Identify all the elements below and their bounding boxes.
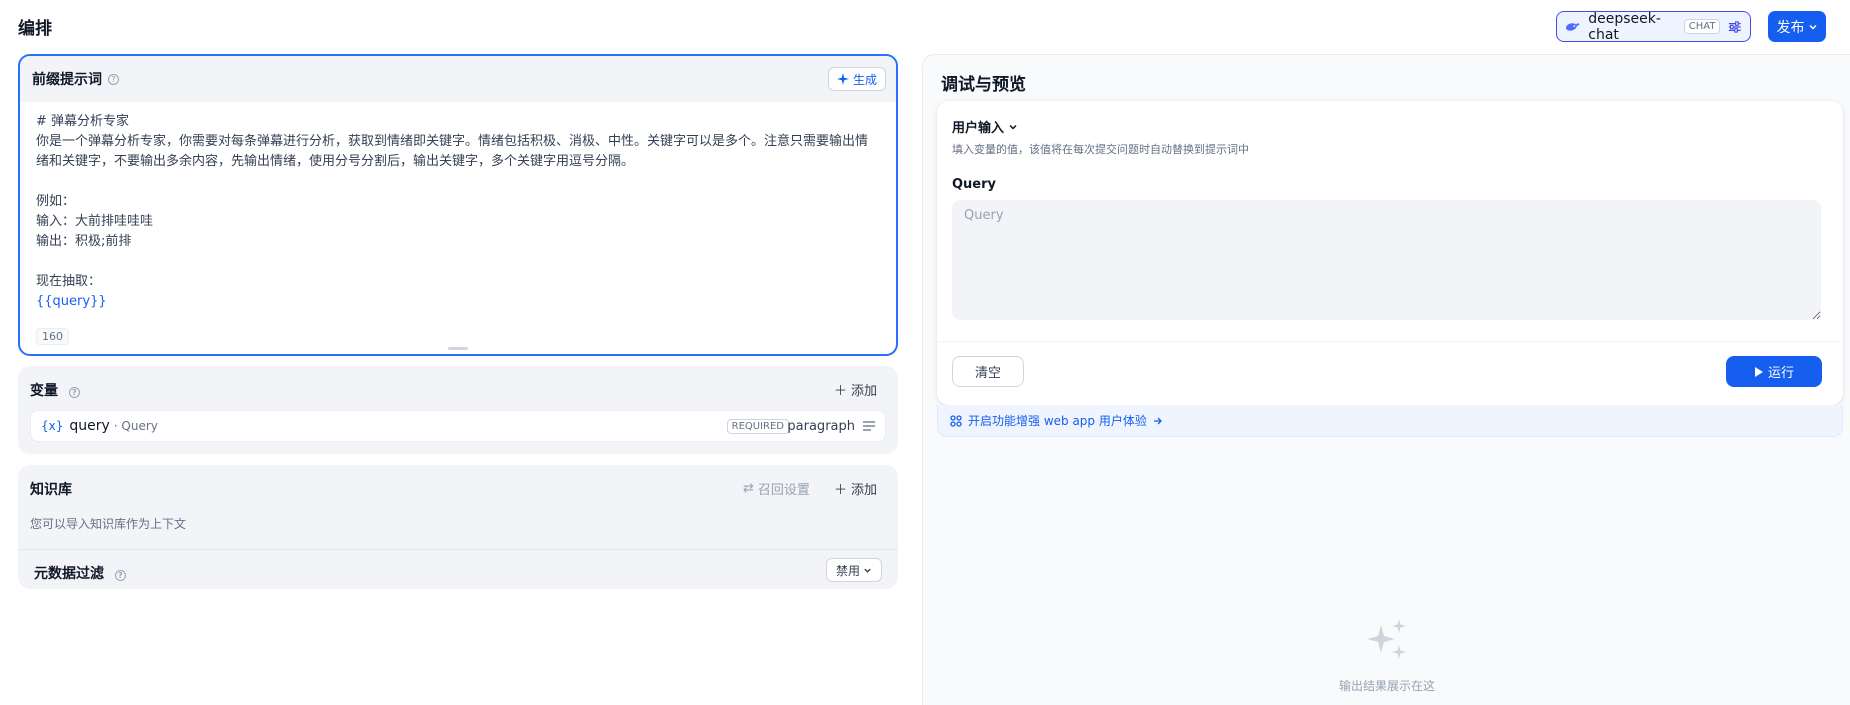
help-icon[interactable]: ? — [68, 387, 80, 398]
empty-output-text: 输出结果展示在这 — [1338, 679, 1435, 693]
add-variable-label: 添加 — [851, 384, 878, 399]
model-mode-tag: CHAT — [1683, 19, 1721, 34]
whale-icon — [1565, 22, 1580, 31]
feature-grid-icon — [950, 414, 962, 427]
generate-button[interactable]: 生成 — [827, 67, 886, 91]
prompt-header: 前缀提示词 ? 生成 — [20, 56, 896, 102]
variable-brace-icon: {x} — [41, 419, 64, 433]
generate-label: 生成 — [852, 72, 877, 87]
chevron-down-icon — [864, 568, 871, 573]
input-hint: 填入变量的值，该值将在每次提交问题时自动替换到提示词中 — [952, 143, 1249, 156]
add-variable-button[interactable]: ＋ 添加 — [834, 380, 877, 399]
clear-button[interactable]: 清空 — [952, 356, 1024, 387]
feature-enhance-text: 开启功能增强 web app 用户体验 — [968, 414, 1147, 428]
run-button[interactable]: 运行 — [1726, 356, 1822, 387]
add-knowledge-button[interactable]: ＋ 添加 — [834, 479, 877, 498]
sparkles-icon — [1367, 619, 1406, 659]
variable-type: paragraph — [787, 418, 855, 434]
prompt-line: # 弹幕分析专家 — [36, 114, 130, 129]
plus-icon: ＋ — [834, 483, 848, 498]
metadata-filter-title: 元数据过滤 ? — [34, 563, 126, 583]
knowledge-description: 您可以导入知识库作为上下文 — [30, 517, 187, 531]
sparkle-icon — [836, 73, 849, 85]
prompt-line — [36, 252, 880, 272]
help-icon[interactable]: ? — [114, 570, 126, 581]
resize-handle[interactable] — [448, 347, 468, 350]
plus-icon: ＋ — [834, 384, 848, 399]
page-title: 编排 — [18, 19, 52, 39]
top-header: 编排 deepseek-chat CHAT 发布 — [0, 0, 1850, 52]
recall-settings-icon: ⇄ — [743, 481, 754, 496]
publish-label: 发布 — [1776, 19, 1805, 36]
variable-key: query — [69, 418, 110, 434]
variable-display-name: · Query — [113, 419, 158, 433]
divider — [18, 549, 898, 550]
run-label: 运行 — [1767, 366, 1794, 381]
prompt-line: 绪和关键字，不要输出多余内容，先输出情绪，使用分号分割后，输出关键字，多个关键字… — [36, 154, 635, 169]
variables-section: 变量 ? ＋ 添加 {x} query · Query REQUIRED par… — [18, 366, 898, 454]
variables-title-text: 变量 — [30, 383, 58, 399]
prompt-variable-token: {{query}} — [36, 294, 107, 309]
debug-preview-panel: 调试与预览 用户输入 填入变量的值，该值将在每次提交问题时自动替换到提示词中 Q… — [922, 54, 1850, 705]
recall-settings-button[interactable]: ⇄ 召回设置 — [743, 479, 810, 498]
publish-button[interactable]: 发布 — [1768, 11, 1826, 42]
prompt-editor-card: 前缀提示词 ? 生成 # 弹幕分析专家 你是一个弹幕分析专家，你需要对每条弹幕进… — [18, 54, 898, 356]
prompt-title: 前缀提示词 — [32, 72, 102, 88]
chevron-down-icon — [1808, 24, 1817, 30]
user-input-card: 用户输入 填入变量的值，该值将在每次提交问题时自动替换到提示词中 Query 清… — [937, 101, 1843, 405]
model-name: deepseek-chat — [1588, 10, 1661, 43]
model-selector-button[interactable]: deepseek-chat CHAT — [1556, 10, 1751, 43]
query-input[interactable] — [952, 200, 1821, 320]
prompt-line: 输出：积极;前排 — [36, 234, 132, 249]
prompt-line: 现在抽取： — [36, 274, 102, 289]
prompt-line: 你是一个弹幕分析专家，你需要对每条弹幕进行分析，获取到情绪即关键字。情绪包括积极… — [36, 134, 869, 149]
query-label: Query — [952, 177, 997, 192]
variables-title: 变量 ? — [30, 380, 80, 400]
play-icon — [1754, 366, 1763, 377]
add-knowledge-label: 添加 — [851, 483, 878, 498]
metadata-filter-title-text: 元数据过滤 — [34, 566, 104, 582]
knowledge-section: 知识库 ⇄ 召回设置 ＋ 添加 您可以导入知识库作为上下文 元数据过滤 ? 禁用 — [18, 465, 898, 589]
char-count-badge: 160 — [36, 328, 69, 345]
feature-enhance-link[interactable]: 开启功能增强 web app 用户体验 — [937, 405, 1843, 437]
divider — [937, 341, 1843, 342]
prompt-line: 输入：大前排哇哇哇 — [36, 214, 154, 229]
metadata-filter-value: 禁用 — [835, 563, 860, 578]
required-badge: REQUIRED — [726, 418, 789, 434]
user-input-toggle[interactable]: 用户输入 — [952, 117, 1018, 136]
metadata-filter-dropdown[interactable]: 禁用 — [826, 558, 882, 582]
variable-row[interactable]: {x} query · Query REQUIRED paragraph — [30, 410, 886, 442]
knowledge-title: 知识库 — [30, 482, 72, 498]
debug-title: 调试与预览 — [941, 75, 1026, 95]
recall-settings-label: 召回设置 — [757, 483, 810, 498]
settings-sliders-icon[interactable] — [1728, 20, 1742, 34]
prompt-line — [36, 172, 880, 192]
help-icon[interactable]: ? — [108, 73, 119, 85]
arrow-right-icon — [1153, 417, 1162, 424]
user-input-label: 用户输入 — [952, 121, 1005, 136]
paragraph-lines-icon — [863, 421, 875, 431]
prompt-textarea[interactable]: # 弹幕分析专家 你是一个弹幕分析专家，你需要对每条弹幕进行分析，获取到情绪即关… — [20, 102, 896, 312]
prompt-line: 例如： — [36, 194, 76, 209]
chevron-down-icon — [1009, 124, 1017, 130]
app-page: 编排 deepseek-chat CHAT 发布 前缀提示词 ? 生成 # 弹幕… — [0, 0, 1850, 705]
